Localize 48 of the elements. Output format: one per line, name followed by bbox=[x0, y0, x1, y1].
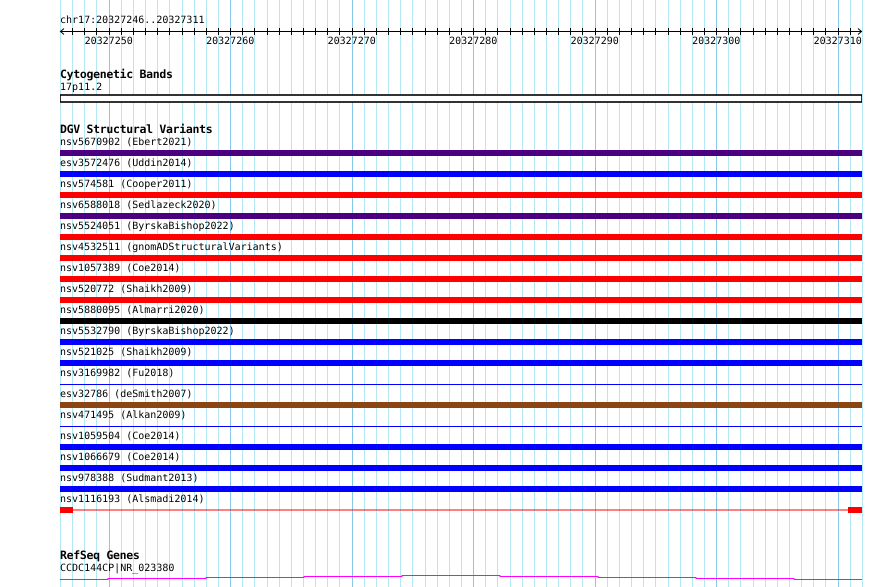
tick-label: 20327280 bbox=[449, 36, 498, 48]
variant-bar[interactable] bbox=[60, 297, 862, 303]
variant-label[interactable]: nsv5670902 (Ebert2021) bbox=[60, 136, 192, 149]
tick-label: 20327310 bbox=[814, 36, 862, 48]
variant-label[interactable]: nsv471495 (Alkan2009) bbox=[60, 409, 186, 422]
band-label: 17p11.2 bbox=[60, 81, 102, 94]
variant-bar[interactable] bbox=[60, 192, 862, 198]
variant-bar[interactable] bbox=[60, 171, 862, 177]
variant-bar[interactable] bbox=[60, 339, 862, 345]
variant-label[interactable]: nsv521025 (Shaikh2009) bbox=[60, 346, 192, 359]
tick-label: 20327250 bbox=[84, 36, 133, 48]
variant-label[interactable]: nsv6588018 (Sedlazeck2020) bbox=[60, 199, 217, 212]
variant-bar[interactable] bbox=[60, 213, 862, 219]
variant-label[interactable]: nsv4532511 (gnomADStructuralVariants) bbox=[60, 241, 283, 254]
variant-label[interactable]: nsv520772 (Shaikh2009) bbox=[60, 283, 192, 296]
variant-label[interactable]: nsv1059504 (Coe2014) bbox=[60, 430, 180, 443]
gene-label[interactable]: CCDC144CP|NR_023380 bbox=[60, 562, 174, 575]
variant-label[interactable]: nsv1066679 (Coe2014) bbox=[60, 451, 180, 464]
variant-bar[interactable] bbox=[60, 318, 862, 324]
track-title: RefSeq Genes bbox=[60, 548, 140, 562]
variant-bar[interactable] bbox=[60, 402, 862, 408]
variant-bar[interactable] bbox=[60, 276, 862, 282]
variant-bar[interactable] bbox=[60, 444, 862, 450]
variant-label[interactable]: nsv574581 (Cooper2011) bbox=[60, 178, 192, 191]
track-title: Cytogenetic Bands bbox=[60, 67, 173, 81]
tick-label: 20327260 bbox=[206, 36, 254, 48]
variant-label[interactable]: nsv5524051 (ByrskaBishop2022) bbox=[60, 220, 235, 233]
variant-label[interactable]: nsv1116193 (Alsmadi2014) bbox=[60, 493, 204, 506]
variant-label[interactable]: esv32786 (deSmith2007) bbox=[60, 388, 192, 401]
variant-bar[interactable] bbox=[60, 486, 862, 492]
tick-label: 20327290 bbox=[570, 36, 619, 48]
variant-bar[interactable] bbox=[60, 234, 862, 240]
location-label: chr17:20327246..20327311 bbox=[60, 14, 204, 27]
variant-label[interactable]: nsv1057389 (Coe2014) bbox=[60, 262, 180, 275]
variant-label[interactable]: nsv978388 (Sudmant2013) bbox=[60, 472, 198, 485]
track-title: DGV Structural Variants bbox=[60, 122, 212, 136]
variant-bar[interactable] bbox=[60, 150, 862, 156]
variant-label[interactable]: nsv5532790 (ByrskaBishop2022) bbox=[60, 325, 235, 338]
tick-label: 20327270 bbox=[328, 36, 376, 48]
variant-label[interactable]: nsv3169982 (Fu2018) bbox=[60, 367, 174, 380]
variant-label[interactable]: esv3572476 (Uddin2014) bbox=[60, 157, 192, 170]
variant-label[interactable]: nsv5880095 (Almarri2020) bbox=[60, 304, 204, 317]
variant-bar[interactable] bbox=[60, 360, 862, 366]
variant-bar[interactable] bbox=[60, 465, 862, 471]
variant-feature[interactable] bbox=[60, 507, 862, 513]
gene-model-line[interactable] bbox=[60, 575, 862, 580]
tick-label: 20327300 bbox=[692, 36, 740, 48]
variant-bar[interactable] bbox=[60, 255, 862, 261]
